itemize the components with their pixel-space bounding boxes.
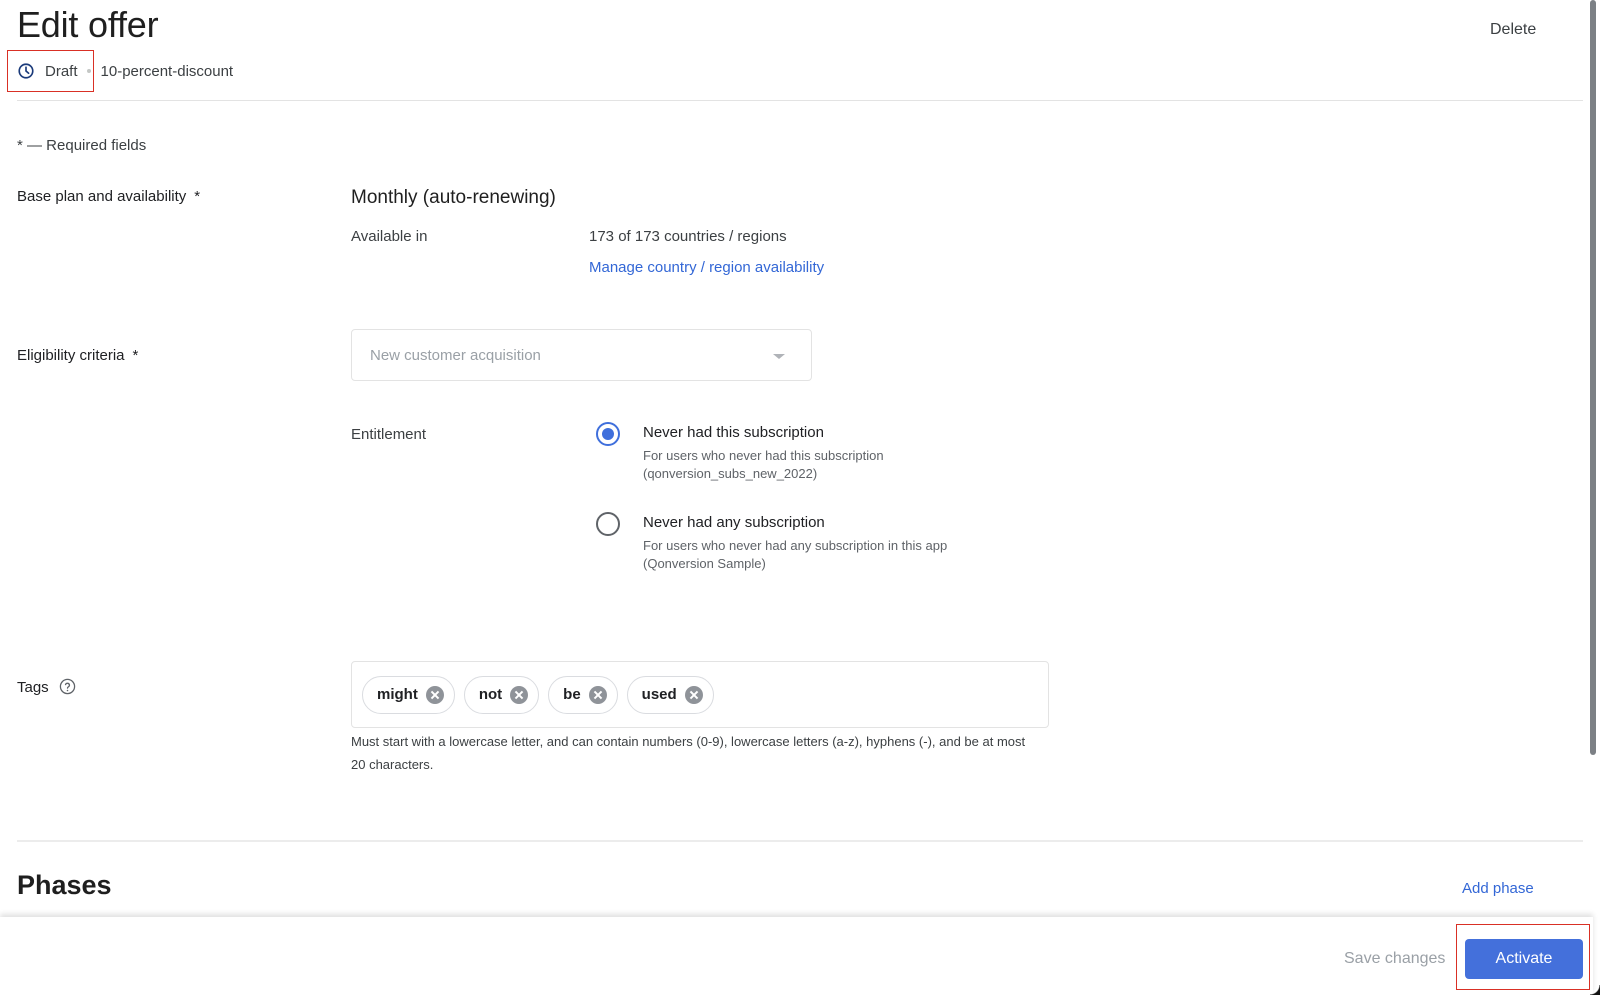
remove-tag-icon[interactable] [685,686,703,704]
required-marker: * [133,347,139,364]
tag-chip: used [627,676,714,714]
tags-input[interactable]: might not be used [351,661,1049,728]
radio-description-line: For users who never had this subscriptio… [643,447,884,465]
radio-description: For users who never had this subscriptio… [643,447,884,483]
offer-status-row: Draft 10-percent-discount [17,60,233,82]
tags-label-text: Tags [17,679,49,696]
status-badge: Draft [45,63,78,80]
radio-description-line: For users who never had any subscription… [643,537,947,555]
page-title: Edit offer [17,4,158,46]
base-plan-label-text: Base plan and availability [17,188,186,205]
tag-chip-label: might [377,686,418,703]
base-plan-label: Base plan and availability * [17,188,200,205]
remove-tag-icon[interactable] [510,686,528,704]
edit-offer-page: Edit offer Delete Draft 10-percent-disco… [0,0,1600,995]
tag-chip: not [464,676,539,714]
tag-chip-label: not [479,686,502,703]
entitlement-label: Entitlement [351,426,426,443]
radio-title: Never had this subscription [643,424,824,441]
tag-chip: might [362,676,455,714]
header-divider [17,100,1583,101]
radio-description-line: (Qonversion Sample) [643,555,947,573]
tags-label: Tags [17,678,76,696]
eligibility-select[interactable]: New customer acquisition [351,329,812,381]
eligibility-label-text: Eligibility criteria [17,347,125,364]
separator-dot [87,69,91,73]
delete-button[interactable]: Delete [1490,21,1536,39]
tag-chip: be [548,676,618,714]
base-plan-name: Monthly (auto-renewing) [351,187,556,209]
footer-action-bar: Save changes Activate [0,917,1593,995]
activate-button[interactable]: Activate [1465,939,1583,979]
available-in-label: Available in [351,228,427,245]
phases-title: Phases [17,870,112,901]
help-circle-icon[interactable] [59,678,76,695]
offer-id: 10-percent-discount [101,63,234,80]
tag-chip-label: used [642,686,677,703]
radio-button-unchecked[interactable] [596,512,620,536]
tag-chip-label: be [563,686,581,703]
window-corner [1590,985,1600,995]
scrollbar-thumb[interactable] [1590,0,1596,755]
remove-tag-icon[interactable] [426,686,444,704]
save-changes-button[interactable]: Save changes [1344,950,1445,968]
required-marker: * [194,188,200,205]
tags-hint: Must start with a lowercase letter, and … [351,730,1031,776]
clock-icon [17,62,35,80]
eligibility-label: Eligibility criteria * [17,347,138,364]
radio-description: For users who never had any subscription… [643,537,947,573]
radio-description-line: (qonversion_subs_new_2022) [643,465,884,483]
available-in-value: 173 of 173 countries / regions [589,228,787,245]
radio-title: Never had any subscription [643,514,825,531]
section-divider [17,840,1583,842]
required-fields-note: * — Required fields [17,137,146,154]
manage-availability-link[interactable]: Manage country / region availability [589,259,824,276]
eligibility-selected-value: New customer acquisition [370,347,541,364]
chevron-down-icon [773,354,785,359]
radio-button-checked[interactable] [596,422,620,446]
remove-tag-icon[interactable] [589,686,607,704]
add-phase-button[interactable]: Add phase [1462,880,1534,897]
